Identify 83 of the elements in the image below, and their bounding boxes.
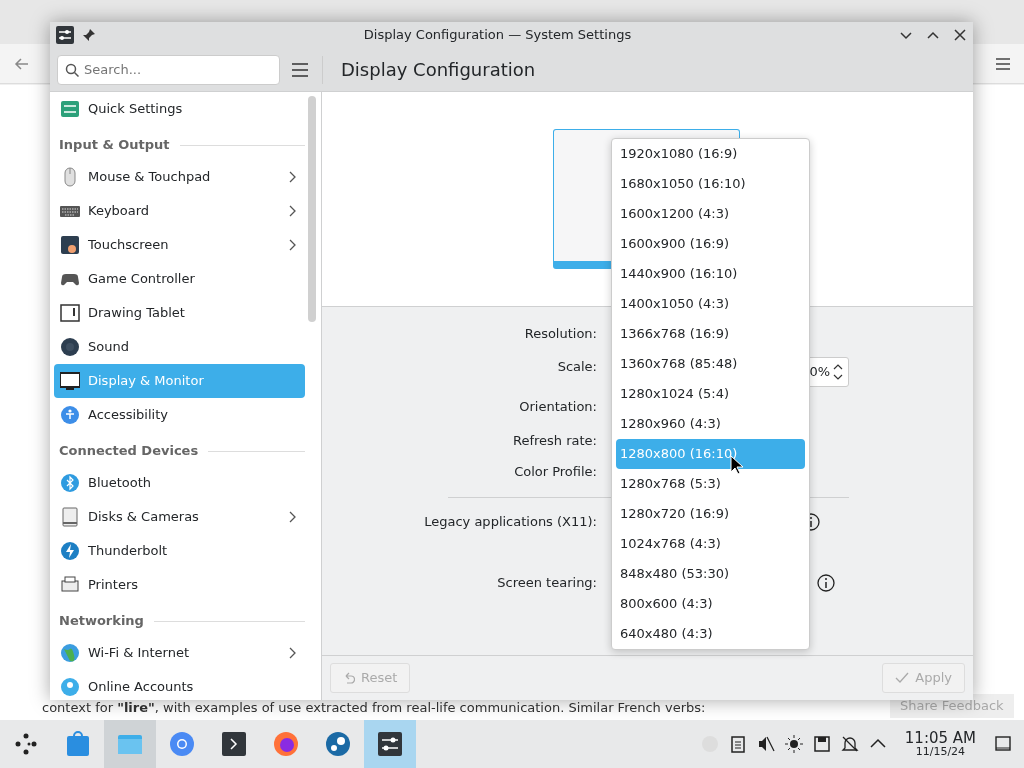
- menu-item[interactable]: 800x600 (4:3): [616, 589, 805, 619]
- menu-icon[interactable]: [996, 57, 1010, 70]
- menu-item[interactable]: 1366x768 (16:9): [616, 319, 805, 349]
- settings-icon[interactable]: [376, 730, 404, 758]
- field-label: Orientation:: [519, 399, 597, 415]
- store-icon[interactable]: [64, 730, 92, 758]
- menu-item[interactable]: 1600x1200 (4:3): [616, 199, 805, 229]
- chevron-icon: [289, 171, 297, 183]
- terminal-icon[interactable]: [220, 730, 248, 758]
- chevron-icon: [289, 511, 297, 523]
- touchscreen-icon: [60, 235, 80, 255]
- sliders-icon: [60, 99, 80, 119]
- section-header: Networking: [59, 612, 144, 631]
- search-field[interactable]: Search...: [57, 54, 280, 85]
- sidebar-item[interactable]: Quick Settings: [54, 92, 305, 126]
- menu-item[interactable]: 1280x960 (4:3): [616, 409, 805, 439]
- page-title: Display Configuration: [341, 58, 536, 82]
- app-icon: [56, 26, 74, 44]
- menu-item[interactable]: 1400x1050 (4:3): [616, 289, 805, 319]
- save-icon[interactable]: [812, 735, 831, 753]
- sidebar-item[interactable]: Bluetooth: [54, 466, 305, 500]
- lightning-icon: [60, 541, 80, 561]
- window-title: Display Configuration — System Settings: [362, 26, 633, 45]
- stepper-icon: [832, 362, 844, 382]
- monitor-icon: [60, 371, 80, 391]
- menu-item[interactable]: 1680x1050 (16:10): [616, 169, 805, 199]
- section-header: Connected Devices: [59, 442, 199, 461]
- field-label: Screen tearing:: [497, 575, 597, 591]
- scrollbar[interactable]: [308, 96, 316, 322]
- mute-icon[interactable]: [756, 735, 775, 753]
- check-icon: [895, 672, 910, 684]
- chevron-icon: [289, 239, 297, 251]
- menu-item[interactable]: 1024x768 (4:3): [616, 529, 805, 559]
- chevron-icon: [289, 647, 297, 659]
- menu-icon[interactable]: [292, 62, 308, 77]
- notifications-icon[interactable]: [840, 735, 859, 753]
- launcher-icon[interactable]: [14, 732, 38, 756]
- chevron-icon: [289, 205, 297, 217]
- close-icon[interactable]: [953, 28, 967, 42]
- tablet-icon: [60, 303, 80, 323]
- bluetooth-icon: [60, 473, 80, 493]
- section-header: Input & Output: [59, 136, 170, 155]
- sidebar-item[interactable]: Sound: [54, 330, 305, 364]
- field-label: Refresh rate:: [513, 433, 597, 449]
- sidebar-item[interactable]: Game Controller: [54, 262, 305, 296]
- printer-icon: [60, 575, 80, 595]
- sidebar-item[interactable]: Keyboard: [54, 194, 305, 228]
- show-desktop-icon[interactable]: [994, 735, 1012, 753]
- menu-item[interactable]: 640x480 (4:3): [616, 619, 805, 649]
- field-label: Scale:: [557, 359, 597, 375]
- menu-item[interactable]: 1440x900 (16:10): [616, 259, 805, 289]
- undo-icon: [343, 672, 355, 684]
- field-label: Color Profile:: [514, 464, 597, 480]
- globe-icon: [60, 643, 80, 663]
- menu-item[interactable]: 1600x900 (16:9): [616, 229, 805, 259]
- menu-item[interactable]: 1920x1080 (16:9): [616, 139, 805, 169]
- sidebar-item[interactable]: Accessibility: [54, 398, 305, 432]
- menu-item[interactable]: 1280x720 (16:9): [616, 499, 805, 529]
- paragraph: context for "lire", with examples of use extracted from real-life communication. Similar French verbs:: [42, 699, 706, 717]
- menu-item[interactable]: 848x480 (53:30): [616, 559, 805, 589]
- firefox-icon[interactable]: [272, 730, 300, 758]
- sidebar-item[interactable]: Wi-Fi & Internet: [54, 636, 305, 670]
- sidebar-item[interactable]: Online Accounts: [54, 670, 305, 700]
- sidebar-item[interactable]: Disks & Cameras: [54, 500, 305, 534]
- field-label: Legacy applications (X11):: [424, 514, 597, 530]
- steam-icon[interactable]: [324, 730, 352, 758]
- sidebar-item[interactable]: Thunderbolt: [54, 534, 305, 568]
- browser-icon[interactable]: [168, 730, 196, 758]
- menu-item[interactable]: 1280x768 (5:3): [616, 469, 805, 499]
- sidebar-item[interactable]: Touchscreen: [54, 228, 305, 262]
- back-icon[interactable]: [14, 55, 30, 72]
- sidebar-item[interactable]: Mouse & Touchpad: [54, 160, 305, 194]
- sidebar-item[interactable]: Printers: [54, 568, 305, 602]
- accessibility-icon: [60, 405, 80, 425]
- field-label: Resolution:: [524, 326, 597, 342]
- sidebar-item[interactable]: Drawing Tablet: [54, 296, 305, 330]
- clipboard-icon[interactable]: [728, 735, 747, 753]
- brightness-icon[interactable]: [784, 735, 803, 753]
- accounts-icon: [60, 677, 80, 697]
- pin-icon[interactable]: [82, 28, 96, 42]
- clock[interactable]: 11:05 AM 11/15/24: [904, 729, 976, 759]
- speaker-icon: [60, 337, 80, 357]
- info-icon[interactable]: [817, 574, 835, 592]
